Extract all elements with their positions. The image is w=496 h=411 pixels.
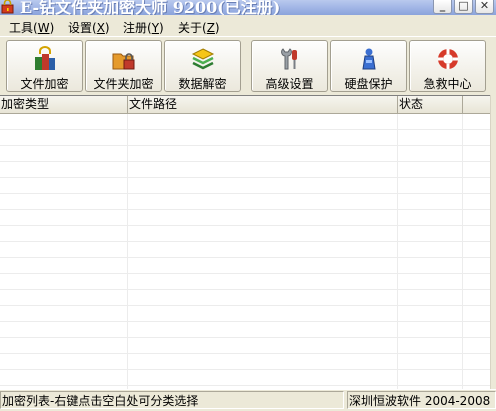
maximize-icon: □: [458, 0, 469, 12]
status-bar: 加密列表-右键点击空白处可分类选择 深圳恒波软件 2004-2008: [0, 389, 496, 411]
grid-divider: [127, 114, 128, 390]
list-header: 加密类型 文件路径 状态: [0, 96, 496, 114]
menu-register[interactable]: 注册(Y): [123, 19, 164, 36]
encryption-list[interactable]: 加密类型 文件路径 状态: [0, 95, 496, 390]
disk-protect-label: 硬盘保护: [344, 77, 393, 91]
vertical-scrollbar[interactable]: [490, 95, 496, 389]
file-encrypt-button[interactable]: 文件加密: [6, 40, 83, 92]
emergency-center-label: 急救中心: [423, 77, 472, 91]
data-decrypt-label: 数据解密: [178, 77, 227, 91]
lifebuoy-icon: [437, 49, 458, 69]
column-encrypt-type[interactable]: 加密类型: [0, 96, 128, 113]
status-hint: 加密列表-右键点击空白处可分类选择: [0, 391, 344, 409]
toolbar: 文件加密 文件夹加密 数据解密 高级设置 硬盘保护 急救中心: [0, 36, 496, 96]
advanced-settings-button[interactable]: 高级设置: [251, 40, 328, 92]
menu-about[interactable]: 关于(Z): [178, 19, 220, 36]
emergency-center-button[interactable]: 急救中心: [409, 40, 486, 92]
status-copyright: 深圳恒波软件 2004-2008: [347, 391, 496, 409]
maximize-button[interactable]: □: [454, 0, 473, 14]
minimize-button[interactable]: _: [433, 0, 452, 14]
disk-protect-button[interactable]: 硬盘保护: [330, 40, 407, 92]
advanced-settings-label: 高级设置: [265, 77, 314, 91]
close-icon: ✕: [479, 0, 490, 12]
disk-protect-icon: [361, 48, 376, 70]
app-lock-icon: [1, 0, 14, 14]
wrench-settings-icon: [280, 48, 297, 70]
column-status[interactable]: 状态: [398, 96, 463, 113]
window-title: E-钻文件夹加密大师 9200(已注册): [20, 0, 281, 15]
minimize-icon: _: [439, 0, 446, 12]
grid-divider: [462, 114, 463, 390]
file-encrypt-label: 文件加密: [20, 77, 69, 91]
list-grid: [0, 114, 496, 390]
data-decrypt-button[interactable]: 数据解密: [164, 40, 241, 92]
file-encrypt-icon: [34, 46, 55, 70]
folder-lock-icon: [112, 53, 134, 70]
menu-settings[interactable]: 设置(X): [68, 19, 110, 36]
menu-bar: 工具(W) 设置(X) 注册(Y) 关于(Z): [0, 16, 496, 35]
close-button[interactable]: ✕: [475, 0, 494, 14]
grid-divider: [397, 114, 398, 390]
folder-encrypt-button[interactable]: 文件夹加密: [85, 40, 162, 92]
column-file-path[interactable]: 文件路径: [128, 96, 398, 113]
data-decrypt-icon: [191, 48, 214, 70]
menu-tools[interactable]: 工具(W): [9, 19, 54, 36]
title-bar[interactable]: E-钻文件夹加密大师 9200(已注册) _ □ ✕: [0, 0, 496, 15]
folder-encrypt-label: 文件夹加密: [93, 77, 154, 91]
